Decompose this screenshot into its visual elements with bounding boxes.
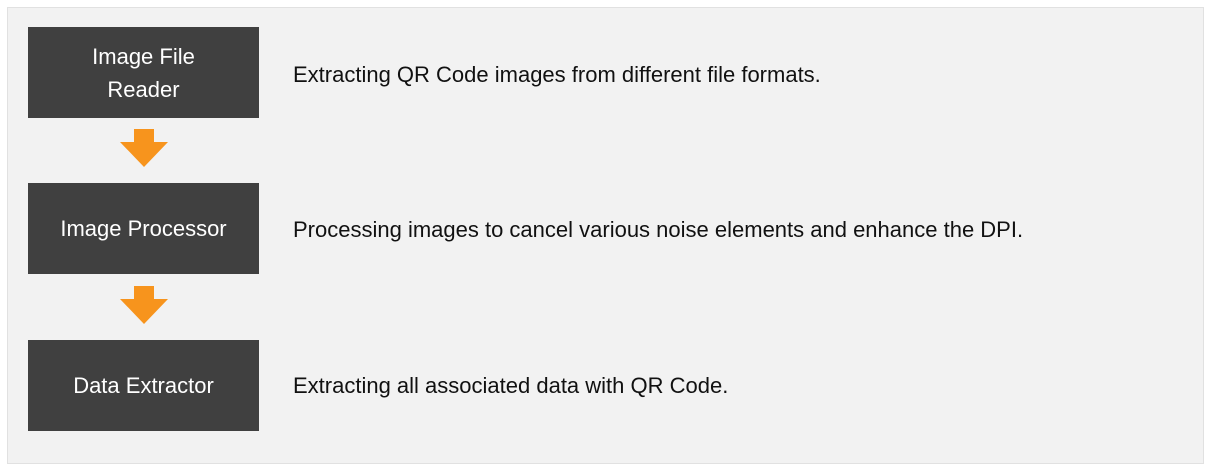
arrow-shape xyxy=(120,129,168,167)
step-description: Extracting QR Code images from different… xyxy=(293,62,821,87)
step-label: Image Processor xyxy=(60,216,227,241)
step-label: Image File Reader xyxy=(92,43,195,102)
step-box-data-extractor: Data Extractor xyxy=(28,340,259,431)
step-label: Data Extractor xyxy=(73,373,214,398)
step-box-image-file-reader: Image File Reader xyxy=(28,27,259,118)
down-arrow-icon xyxy=(120,129,168,167)
step-box-image-processor: Image Processor xyxy=(28,183,259,274)
step-description: Processing images to cancel various nois… xyxy=(293,217,1024,242)
step-description: Extracting all associated data with QR C… xyxy=(293,373,729,398)
down-arrow-icon xyxy=(120,286,168,324)
arrow-shape xyxy=(120,286,168,324)
